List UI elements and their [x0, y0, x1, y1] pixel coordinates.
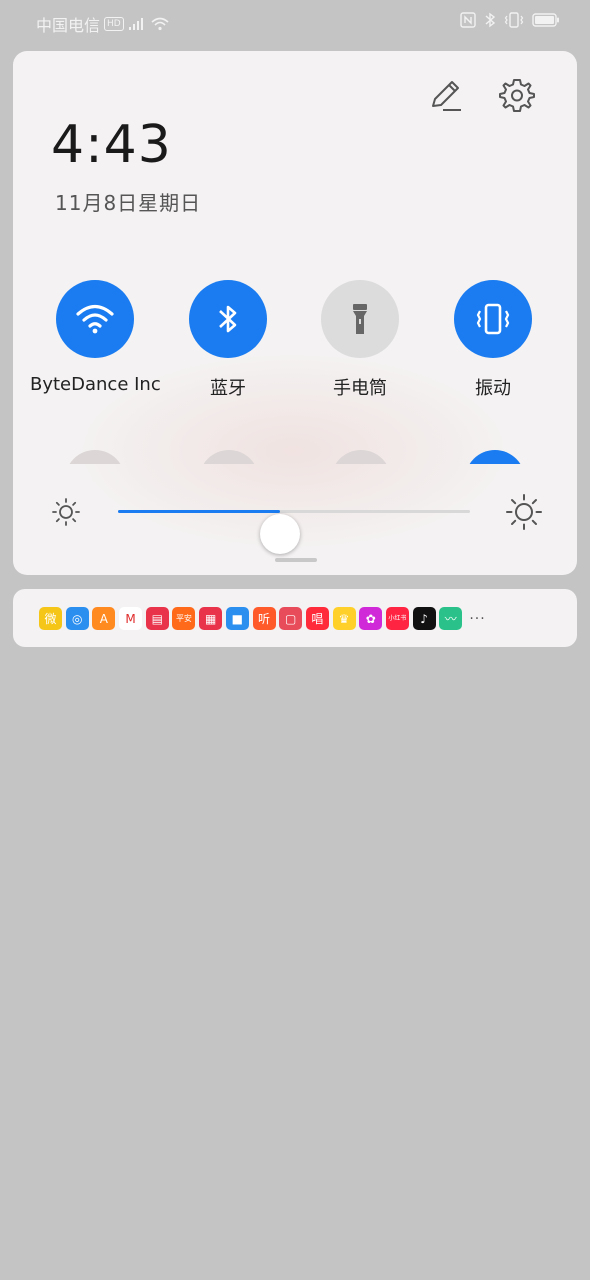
- wifi-icon: [151, 17, 169, 31]
- status-right-group: [460, 12, 560, 28]
- brightness-slider-fill: [118, 510, 280, 513]
- brightness-low-icon: [52, 498, 80, 526]
- tile-bluetooth-circle[interactable]: [189, 280, 267, 358]
- xiaohongshu-icon: 小红书: [385, 607, 409, 630]
- edit-button[interactable]: [427, 77, 463, 113]
- tiktok-icon: ♪: [412, 607, 436, 630]
- tile-vibrate[interactable]: 振动: [428, 280, 558, 400]
- battery-icon: [532, 13, 559, 27]
- app-red-card-icon: ▤: [145, 607, 169, 630]
- app-green-icon: 〰: [439, 607, 463, 630]
- vibrate-icon: [504, 12, 524, 28]
- more-icon: ···: [469, 610, 486, 627]
- bluetooth-icon: [485, 12, 496, 28]
- quick-toggle-row: ByteDance Inc 蓝牙 手电筒 振动: [13, 280, 577, 410]
- brightness-high-icon: [506, 494, 542, 530]
- ting-icon: 听: [252, 607, 276, 630]
- tile-vibrate-circle[interactable]: [454, 280, 532, 358]
- carrier-name: 中国电信: [36, 16, 101, 35]
- hd-badge: HD: [104, 17, 124, 31]
- vibrate-icon: [476, 303, 510, 335]
- wifi-icon: [76, 304, 114, 334]
- brightness-control: [13, 487, 577, 554]
- brightness-slider-track[interactable]: [118, 510, 470, 554]
- status-bar: 中国电信 HD: [0, 0, 590, 44]
- app-orange-icon: A: [92, 607, 116, 630]
- tile-flashlight-label: 手电筒: [333, 378, 387, 399]
- clock-time: 4:43: [51, 115, 172, 175]
- panel-drag-handle[interactable]: [275, 558, 317, 562]
- app-blue-chat-icon: ■: [225, 607, 249, 630]
- brightness-slider-thumb[interactable]: [259, 514, 300, 554]
- clock-date: 11月8日星期日: [55, 191, 202, 215]
- pencil-icon: [432, 81, 461, 111]
- chang-icon: 唱: [305, 607, 329, 630]
- tile-wifi[interactable]: ByteDance Inc: [30, 280, 161, 395]
- tile-vibrate-label: 振动: [475, 378, 511, 399]
- flashlight-icon: [353, 304, 367, 334]
- pingan-securities-icon: 平安: [172, 607, 196, 630]
- tile-wifi-circle[interactable]: [56, 280, 134, 358]
- tile-flashlight-circle[interactable]: [321, 280, 399, 358]
- tile-flashlight[interactable]: 手电筒: [295, 280, 425, 400]
- notification-app-icons: 微 ◎ A M ▤ 平安 ▦ ■ 听 ▢ 唱 ♛ ✿ 小红书 ♪ 〰 ···: [39, 607, 489, 630]
- tile-wifi-label: ByteDance Inc: [30, 374, 161, 395]
- settings-button[interactable]: [499, 77, 535, 113]
- tile-peek-2[interactable]: [199, 450, 259, 464]
- signal-icon: [128, 18, 143, 30]
- weibo-icon: 微: [39, 607, 62, 630]
- carrier-group: 中国电信 HD: [36, 12, 170, 36]
- app-blue-ring-icon: ◎: [65, 607, 89, 630]
- bluetooth-icon: [219, 305, 237, 333]
- nfc-icon: [460, 12, 476, 28]
- control-center-panel: 4:43 11月8日星期日 ByteDance Inc 蓝牙 手电筒 振动: [13, 51, 577, 575]
- notification-icons-card[interactable]: 微 ◎ A M ▤ 平安 ▦ ■ 听 ▢ 唱 ♛ ✿ 小红书 ♪ 〰 ···: [13, 589, 577, 647]
- quick-toggle-row-2-peek: [13, 448, 577, 464]
- tile-peek-4[interactable]: [465, 450, 525, 464]
- app-pink-icon: ▦: [199, 607, 223, 630]
- tile-bluetooth[interactable]: 蓝牙: [163, 280, 293, 400]
- app-yellow-icon: ♛: [332, 607, 356, 630]
- app-red-book-icon: ▢: [279, 607, 303, 630]
- app-red-m-icon: M: [119, 607, 143, 630]
- app-magenta-icon: ✿: [359, 607, 383, 630]
- tile-peek-1[interactable]: [65, 450, 125, 464]
- tile-bluetooth-label: 蓝牙: [210, 378, 246, 399]
- tile-peek-3[interactable]: [331, 450, 391, 464]
- gear-icon: [499, 79, 535, 112]
